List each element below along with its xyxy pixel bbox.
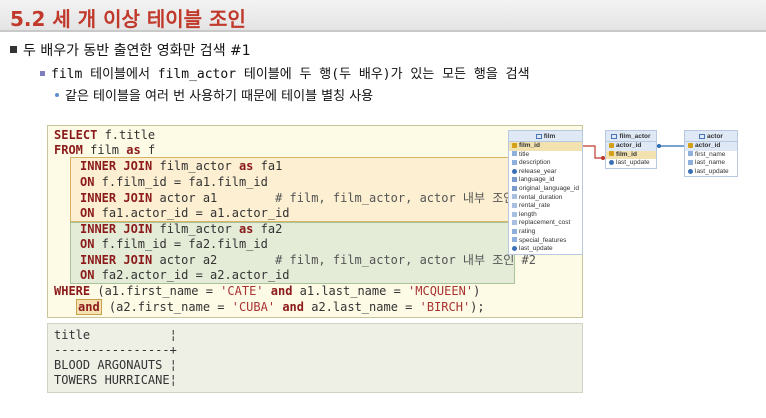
sql-line: ON f.film_id = fa2.film_id	[80, 237, 268, 251]
sql-line: WHERE (a1.first_name = 'CATE' and a1.las…	[54, 284, 481, 298]
erd-field: last_update	[606, 159, 656, 168]
square-bullet-icon	[10, 46, 17, 53]
erd-field: special_features	[509, 237, 582, 246]
key-icon	[609, 142, 614, 148]
erd-field: release_year	[509, 168, 582, 177]
and-highlight: and	[76, 299, 102, 315]
result-header: title ¦	[54, 328, 177, 342]
sql-line: INNER JOIN film_actor as fa1	[80, 159, 283, 173]
result-row: BLOOD ARGONAUTS ¦	[54, 358, 177, 372]
erd-table-header: film	[509, 131, 582, 142]
erd-table-film: film film_id title description release_y…	[508, 130, 583, 255]
erd-field: film_id	[606, 150, 656, 160]
erd-table-actor: actor actor_id first_name last_name last…	[684, 130, 738, 178]
erd-table-header: film_actor	[606, 131, 656, 142]
bullet-level2: film 테이블에서 film_actor 테이블에 두 행(두 배우)가 있는…	[40, 63, 530, 82]
erd-table-header: actor	[685, 131, 737, 142]
erd-table-film-actor: film_actor actor_id film_id last_update	[605, 130, 657, 169]
text-type-icon	[512, 237, 517, 243]
erd-field: length	[509, 211, 582, 220]
clock-icon	[609, 159, 614, 165]
erd-field: last_update	[509, 245, 582, 254]
number-type-icon	[512, 211, 517, 217]
slide-title: 5.2 세 개 이상 테이블 조인	[10, 7, 246, 31]
square-bullet-icon	[40, 71, 45, 76]
table-icon	[699, 133, 706, 139]
erd-field: actor_id	[606, 142, 656, 151]
clock-icon	[688, 168, 693, 174]
sql-line: INNER JOIN actor a2 # film, film_actor, …	[80, 253, 536, 267]
text-type-icon	[688, 159, 693, 165]
sql-line: ON fa2.actor_id = a2.actor_id	[80, 268, 290, 282]
number-type-icon	[512, 220, 517, 226]
date-type-icon	[512, 168, 517, 174]
result-separator: ----------------+	[54, 343, 177, 357]
sql-line: ON fa1.actor_id = a1.actor_id	[80, 206, 290, 220]
sql-line: ON f.film_id = fa1.film_id	[80, 175, 268, 189]
erd-field: rental_rate	[509, 202, 582, 211]
table-icon	[611, 133, 618, 139]
foreign-key-icon	[512, 177, 517, 183]
sql-line: FROM film as f	[54, 143, 156, 157]
erd-field: last_name	[685, 159, 737, 168]
key-icon	[688, 142, 693, 148]
erd-field: last_update	[685, 168, 737, 177]
key-icon	[512, 142, 517, 148]
erd-field: title	[509, 151, 582, 160]
number-type-icon	[512, 194, 517, 200]
erd-field: actor_id	[685, 142, 737, 151]
erd-field: first_name	[685, 151, 737, 160]
film-to-film-actor-link	[583, 145, 605, 159]
clock-icon	[512, 245, 517, 251]
erd-field: description	[509, 159, 582, 168]
key-icon	[609, 151, 614, 157]
sql-line: SELECT f.title	[54, 128, 156, 142]
dot-bullet-icon	[55, 93, 59, 97]
text-type-icon	[512, 228, 517, 234]
table-icon	[535, 133, 542, 139]
text-type-icon	[512, 151, 517, 157]
link-endpoint-icon	[657, 144, 661, 148]
erd-field: language_id	[509, 176, 582, 185]
text-type-icon	[512, 159, 517, 165]
foreign-key-icon	[512, 185, 517, 191]
erd-field: replacement_cost	[509, 219, 582, 228]
number-type-icon	[512, 202, 517, 208]
sql-line: INNER JOIN film_actor as fa2	[80, 222, 283, 236]
slide-title-bar: 5.2 세 개 이상 테이블 조인	[0, 0, 766, 32]
erd-field: rating	[509, 228, 582, 237]
erd-field: rental_duration	[509, 194, 582, 203]
sql-line: and (a2.first_name = 'CUBA' and a2.last_…	[76, 299, 485, 315]
erd-field: original_language_id	[509, 185, 582, 194]
bullet-level3: 같은 테이블을 여러 번 사용하기 때문에 테이블 별칭 사용	[55, 85, 373, 104]
sql-line: INNER JOIN actor a1 # film, film_actor, …	[80, 191, 536, 205]
bullet-level1: 두 배우가 동반 출연한 영화만 검색 #1	[10, 40, 251, 60]
erd-field: film_id	[509, 142, 582, 151]
result-row: TOWERS HURRICANE¦	[54, 373, 177, 387]
text-type-icon	[688, 151, 693, 157]
